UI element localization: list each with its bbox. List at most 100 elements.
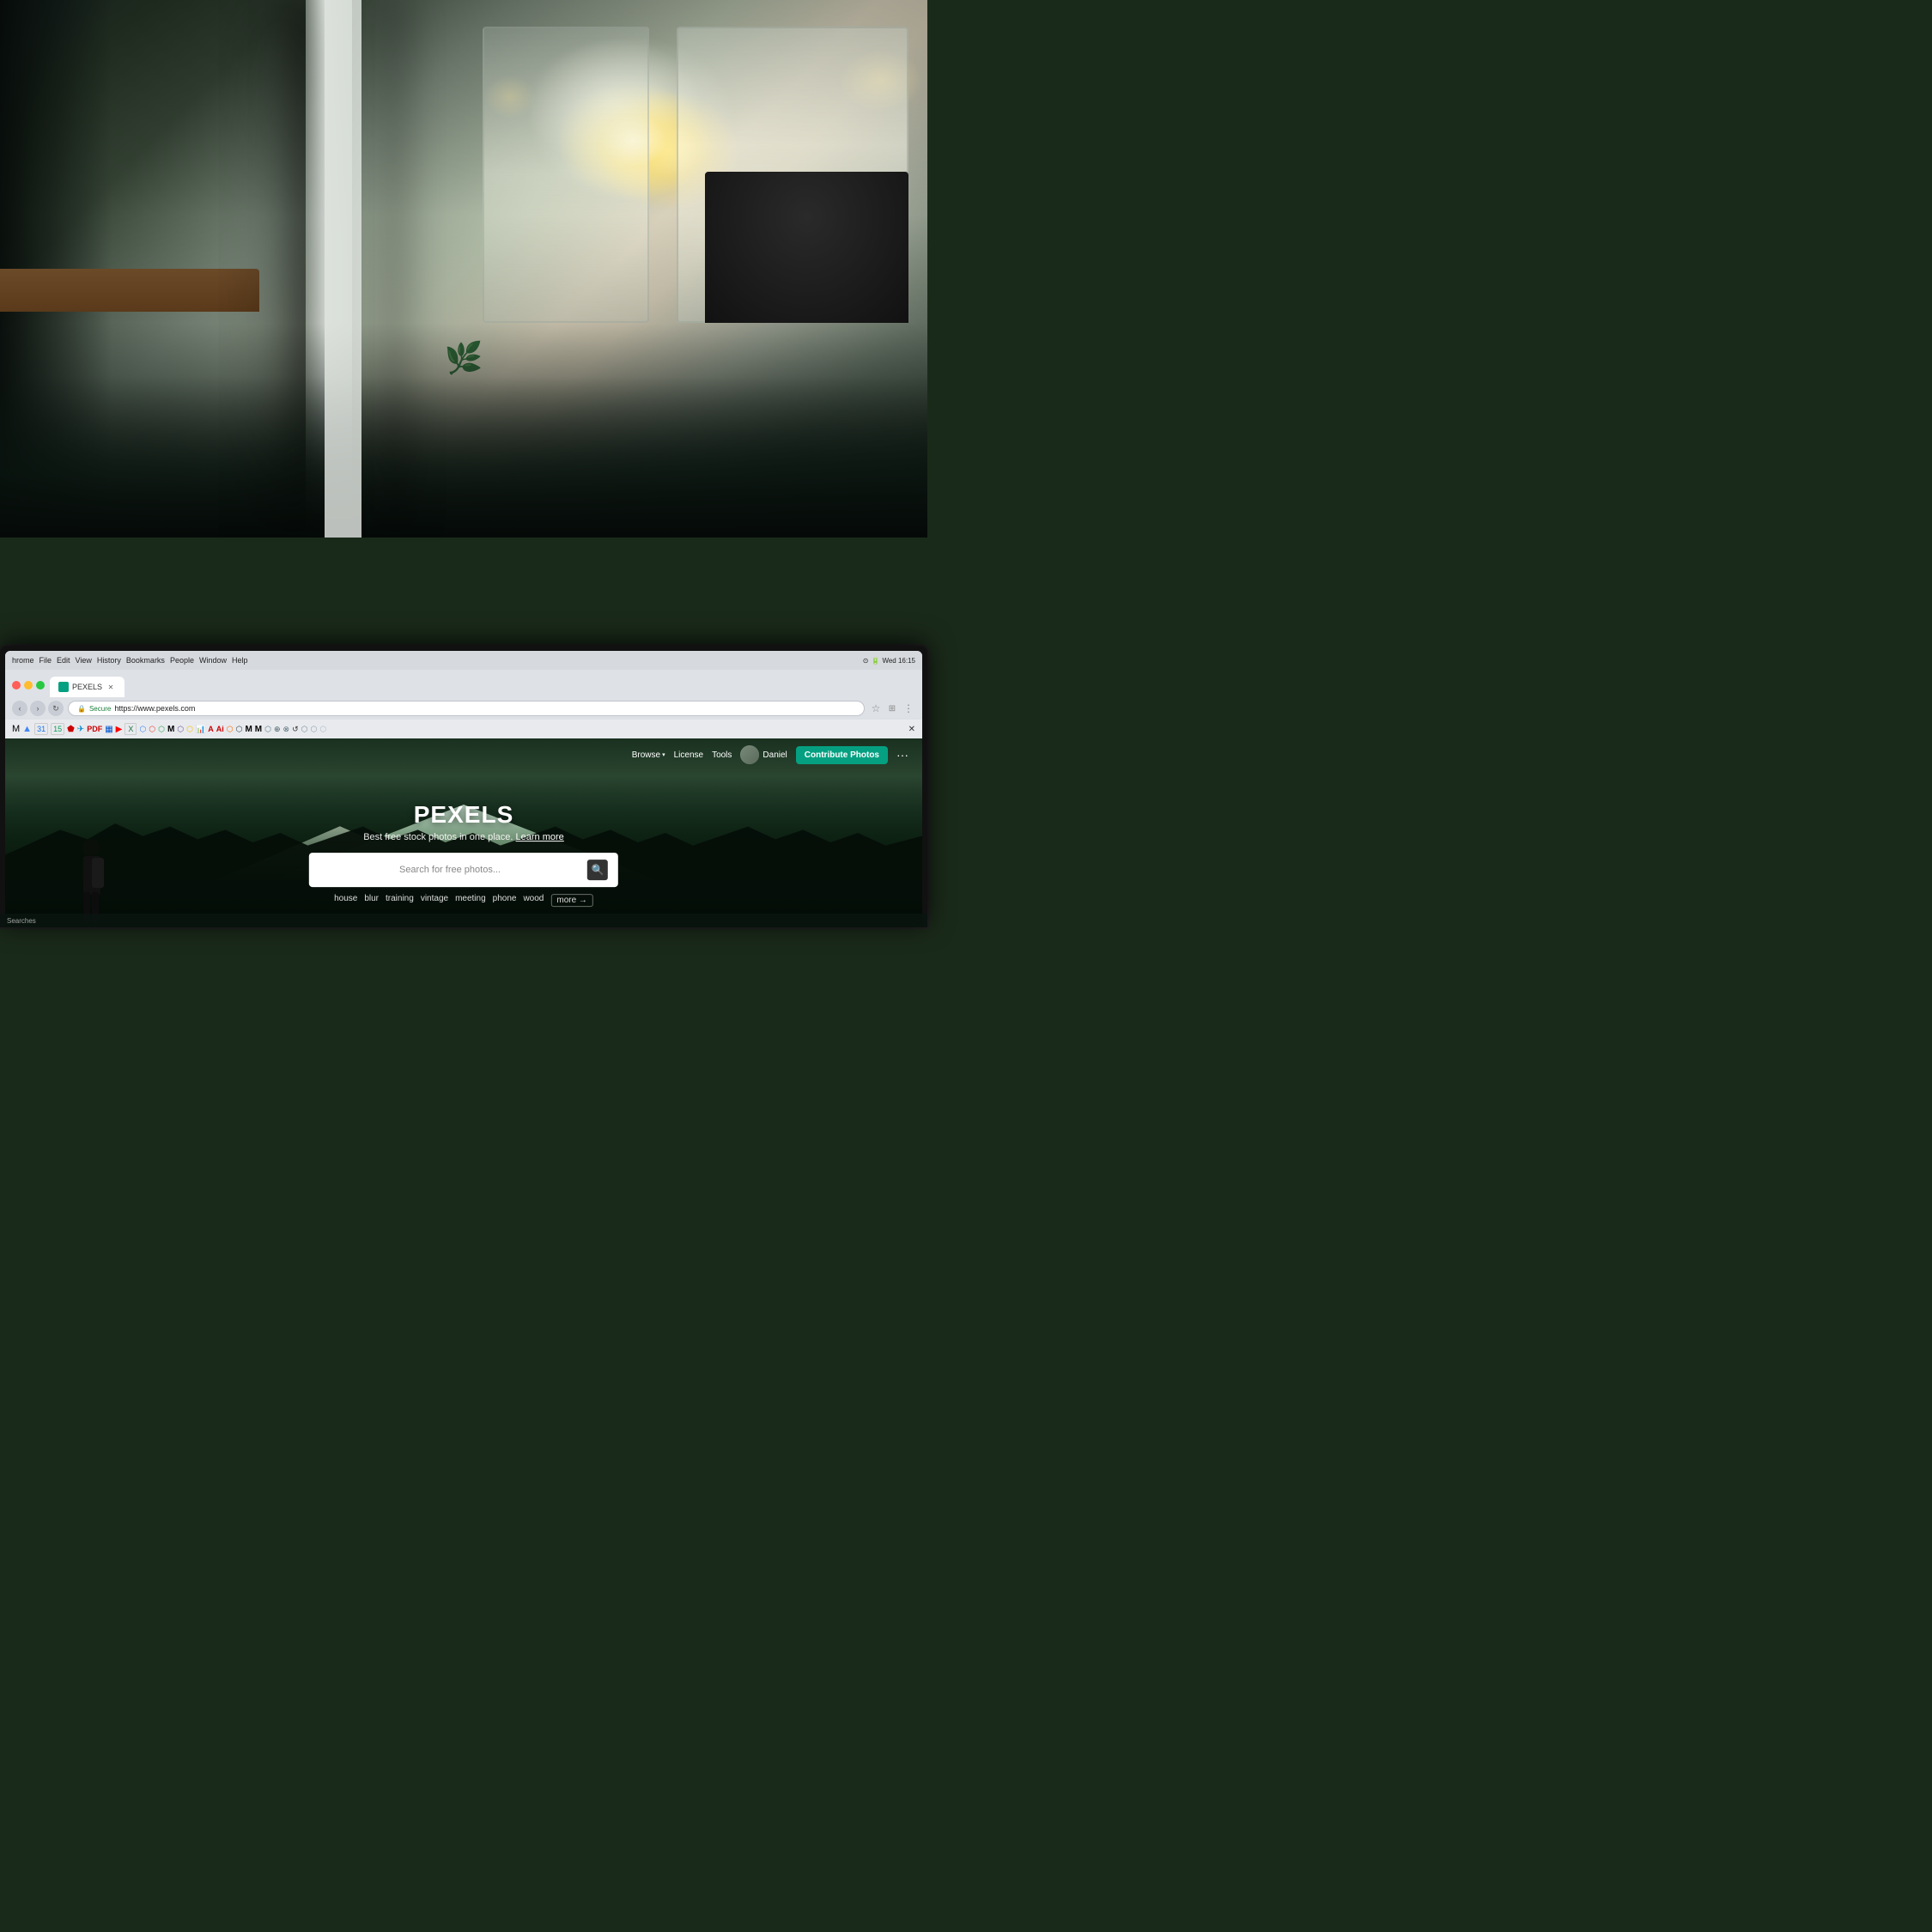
youtube-icon[interactable]: ▶ <box>116 725 123 734</box>
system-menubar: hrome File Edit View History Bookmarks P… <box>5 651 922 670</box>
url-display[interactable]: https://www.pexels.com <box>114 704 195 713</box>
tab-title: PEXELS <box>72 683 102 691</box>
tag-training[interactable]: training <box>386 894 414 907</box>
pexels-title: PEXELS <box>97 801 830 829</box>
nav-buttons: ‹ › ↻ <box>12 701 64 716</box>
reload-button[interactable]: ↻ <box>48 701 64 716</box>
close-button[interactable] <box>12 681 21 690</box>
pexels-subtitle: Best free stock photos in one place. Lea… <box>97 832 830 842</box>
medium-icon[interactable]: M <box>167 725 174 734</box>
menu-view[interactable]: View <box>76 656 92 665</box>
search-input[interactable]: Search for free photos... <box>319 865 580 875</box>
ext3-icon[interactable]: ⬡ <box>158 725 165 734</box>
tag-meeting[interactable]: meeting <box>455 894 486 907</box>
tag-phone[interactable]: phone <box>493 894 517 907</box>
desk <box>0 269 259 312</box>
extensions-icon[interactable]: ⊞ <box>885 702 899 715</box>
bookmark-icon[interactable]: ☆ <box>869 702 883 715</box>
website-content: Browse ▾ License Tools Daniel <box>5 738 922 927</box>
ext2-icon[interactable]: ⬡ <box>149 725 155 734</box>
ai-icon[interactable]: A <box>208 725 214 733</box>
forward-button[interactable]: › <box>30 701 46 716</box>
extensions-bar: M ▲ 31 15 ⬟ ✈ PDF ▦ ▶ X ⬡ ⬡ ⬡ M ⬡ ⬡ 📊 A … <box>5 720 922 738</box>
ext1-icon[interactable]: ⬡ <box>139 725 146 734</box>
menu-edit[interactable]: Edit <box>57 656 70 665</box>
screen-bezel: hrome File Edit View History Bookmarks P… <box>0 646 927 927</box>
calendar2-icon[interactable]: 15 <box>51 723 64 735</box>
ext11-icon[interactable]: ⬡ <box>301 725 308 734</box>
more-options-icon[interactable]: ⋮ <box>902 702 915 715</box>
minimize-button[interactable] <box>24 681 33 690</box>
user-profile-button[interactable]: Daniel <box>740 745 787 764</box>
search-bar: Search for free photos... 🔍 <box>309 853 618 887</box>
license-nav-link[interactable]: License <box>674 750 703 760</box>
menu-help[interactable]: Help <box>232 656 248 665</box>
user-avatar <box>740 745 759 764</box>
medium3-icon[interactable]: M <box>255 725 262 734</box>
menu-people[interactable]: People <box>170 656 194 665</box>
ext4-icon[interactable]: ⬡ <box>177 725 184 734</box>
system-time: Wed 16:15 <box>882 657 915 665</box>
adobe-icon[interactable]: Ai <box>216 725 224 733</box>
tag-blur[interactable]: blur <box>364 894 379 907</box>
search-button[interactable]: 🔍 <box>587 860 608 880</box>
drive-icon[interactable]: ▲ <box>22 724 32 734</box>
status-text: Searches <box>7 917 36 925</box>
address-bar-row: ‹ › ↻ 🔒 Secure https://www.pexels.com ☆ … <box>5 697 922 720</box>
tag-vintage[interactable]: vintage <box>421 894 448 907</box>
tab-close-button[interactable]: ✕ <box>106 682 116 692</box>
pdf-icon[interactable]: PDF <box>87 725 102 733</box>
secure-icon: 🔒 <box>77 705 86 713</box>
menu-file[interactable]: File <box>39 656 52 665</box>
browse-nav-link[interactable]: Browse ▾ <box>632 750 665 760</box>
calendar-icon[interactable]: 31 <box>34 723 48 735</box>
browser-window: hrome File Edit View History Bookmarks P… <box>5 651 922 927</box>
bar-chart-icon[interactable]: 📊 <box>196 725 205 734</box>
pexels-navbar: Browse ▾ License Tools Daniel <box>5 738 922 771</box>
telegram-icon[interactable]: ✈ <box>77 725 84 734</box>
menu-items: hrome File Edit View History Bookmarks P… <box>12 656 248 665</box>
ext7-icon[interactable]: ⬡ <box>236 725 243 734</box>
lastpass-icon[interactable]: ⬟ <box>67 725 75 734</box>
menu-history[interactable]: History <box>97 656 121 665</box>
ext9-icon[interactable]: ⊕ <box>274 725 281 734</box>
hero-content: PEXELS Best free stock photos in one pla… <box>97 801 830 907</box>
search-tags: house blur training vintage meeting phon… <box>97 894 830 907</box>
bookmark-icons: ☆ ⊞ ⋮ <box>869 702 915 715</box>
contribute-photos-button[interactable]: Contribute Photos <box>796 746 888 764</box>
tab-favicon <box>58 682 69 692</box>
fullscreen-button[interactable] <box>36 681 45 690</box>
ext6-icon[interactable]: ⬡ <box>227 725 234 734</box>
monitor: hrome File Edit View History Bookmarks P… <box>0 646 927 927</box>
more-nav-button[interactable]: ··· <box>896 748 908 762</box>
reload2-icon[interactable]: ↺ <box>292 725 299 734</box>
battery-icon: 🔋 <box>871 657 879 665</box>
background-photo <box>0 0 927 538</box>
trello-icon[interactable]: ▦ <box>105 725 112 734</box>
back-button[interactable]: ‹ <box>12 701 27 716</box>
tab-bar: PEXELS ✕ <box>50 673 915 697</box>
wifi-icon: ⊙ <box>863 657 869 665</box>
gmail-icon[interactable]: M <box>12 724 20 734</box>
menu-bookmarks[interactable]: Bookmarks <box>126 656 165 665</box>
ext5-icon[interactable]: ⬡ <box>186 725 193 734</box>
tag-wood[interactable]: wood <box>523 894 544 907</box>
ext10-icon[interactable]: ⊗ <box>283 725 290 734</box>
more-tags-link[interactable]: more → <box>550 894 593 907</box>
medium2-icon[interactable]: M <box>245 725 252 734</box>
learn-more-link[interactable]: Learn more <box>516 832 564 842</box>
close2-icon[interactable]: ✕ <box>908 725 915 734</box>
browse-dropdown-arrow: ▾ <box>662 751 665 758</box>
chair <box>705 172 909 322</box>
ext13-icon[interactable]: ⬡ <box>319 725 326 734</box>
active-tab[interactable]: PEXELS ✕ <box>50 677 125 697</box>
menu-window[interactable]: Window <box>199 656 227 665</box>
tools-nav-link[interactable]: Tools <box>712 750 732 760</box>
traffic-lights <box>12 681 45 690</box>
ext12-icon[interactable]: ⬡ <box>310 725 317 734</box>
menu-chrome[interactable]: hrome <box>12 656 34 665</box>
excel-icon[interactable]: X <box>125 723 137 735</box>
tag-house[interactable]: house <box>334 894 357 907</box>
address-input[interactable]: 🔒 Secure https://www.pexels.com <box>68 701 865 716</box>
ext8-icon[interactable]: ⬡ <box>264 725 271 734</box>
